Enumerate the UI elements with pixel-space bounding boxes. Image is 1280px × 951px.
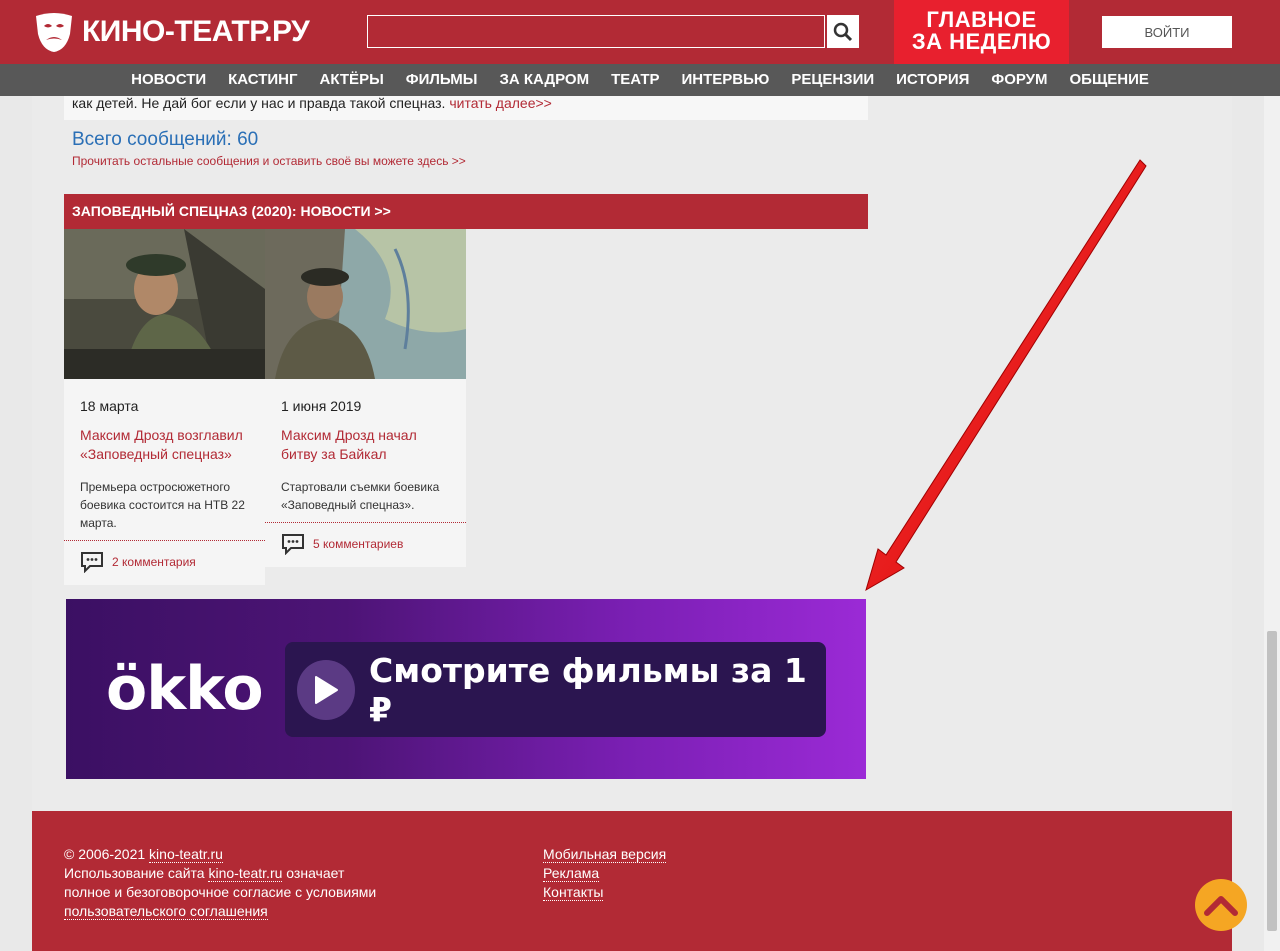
- nav-item-0[interactable]: НОВОСТИ: [120, 64, 217, 96]
- news-card[interactable]: 1 июня 2019 Максим Дрозд начал битву за …: [265, 229, 466, 567]
- news-lead: Премьера остросюжетного боевика состоитс…: [80, 480, 245, 530]
- okko-ad-banner[interactable]: ökko Смотрите фильмы за 1 ₽: [66, 599, 866, 779]
- total-messages[interactable]: Всего сообщений: 60: [72, 129, 258, 151]
- nav-item-7[interactable]: РЕЦЕНЗИИ: [780, 64, 885, 96]
- chevron-up-icon: [1204, 896, 1238, 916]
- comments-count[interactable]: 5 комментариев: [313, 537, 403, 551]
- okko-ad-text: Смотрите фильмы за 1 ₽: [369, 650, 807, 729]
- advertising-link[interactable]: Реклама: [543, 865, 600, 882]
- logo-text: КИНО-ТЕАТР.РУ: [82, 15, 310, 48]
- okko-watch-button[interactable]: Смотрите фильмы за 1 ₽: [285, 642, 826, 737]
- news-section-heading[interactable]: ЗАПОВЕДНЫЙ СПЕЦНАЗ (2020): НОВОСТИ >>: [64, 194, 868, 229]
- scrollbar-thumb[interactable]: [1267, 631, 1277, 931]
- comment-icon: [81, 552, 103, 573]
- footer-legal: © 2006-2021 kino-teatr.ru Использование …: [64, 845, 384, 921]
- theatre-mask-icon: [36, 13, 72, 52]
- message-tail: как детей. Не дай бог если у нас и правд…: [64, 96, 868, 120]
- nav-item-1[interactable]: КАСТИНГ: [217, 64, 308, 96]
- search-icon: [833, 22, 853, 41]
- news-lead: Стартовали съемки боевика «Заповедный сп…: [281, 480, 440, 512]
- message-text: как детей. Не дай бог если у нас и правд…: [72, 95, 450, 111]
- footer-links: Мобильная версия Реклама Контакты: [543, 845, 667, 902]
- site-logo[interactable]: КИНО-ТЕАТР.РУ: [32, 10, 310, 54]
- main-of-week-banner[interactable]: ГЛАВНОЕ ЗА НЕДЕЛЮ: [894, 0, 1069, 64]
- main-nav: НОВОСТИ КАСТИНГ АКТЁРЫ ФИЛЬМЫ ЗА КАДРОМ ТЕАТР…: [0, 64, 1280, 96]
- usage-text: Использование сайта: [64, 865, 209, 881]
- search-input[interactable]: [367, 15, 825, 48]
- comments-link[interactable]: 5 комментариев: [265, 523, 466, 567]
- news-photo[interactable]: [64, 229, 265, 379]
- comments-link[interactable]: 2 комментария: [64, 541, 265, 585]
- site-footer: © 2006-2021 kino-teatr.ru Использование …: [32, 811, 1232, 951]
- nav-item-8[interactable]: ИСТОРИЯ: [885, 64, 980, 96]
- nav-item-9[interactable]: ФОРУМ: [980, 64, 1058, 96]
- site-link[interactable]: kino-teatr.ru: [149, 846, 223, 863]
- news-title[interactable]: Максим Дрозд начал битву за Байкал: [281, 426, 450, 464]
- user-agreement-link[interactable]: пользовательского соглашения: [64, 903, 268, 920]
- play-icon: [297, 659, 356, 720]
- contacts-link[interactable]: Контакты: [543, 884, 604, 901]
- promo-line-2: ЗА НЕДЕЛЮ: [911, 29, 1052, 54]
- comments-count[interactable]: 2 комментария: [112, 555, 196, 569]
- usage-site-link[interactable]: kino-teatr.ru: [208, 865, 283, 882]
- read-rest-link[interactable]: Прочитать остальные сообщения и оставить…: [72, 154, 466, 168]
- promo-line-1: ГЛАВНОЕ: [926, 7, 1037, 32]
- nav-item-4[interactable]: ЗА КАДРОМ: [488, 64, 600, 96]
- nav-item-3[interactable]: ФИЛЬМЫ: [395, 64, 489, 96]
- okko-logo: ökko: [106, 654, 264, 724]
- nav-item-2[interactable]: АКТЁРЫ: [309, 64, 395, 96]
- news-date: 18 марта: [80, 398, 139, 414]
- scrollbar[interactable]: [1264, 96, 1280, 951]
- login-button[interactable]: ВОЙТИ: [1102, 16, 1232, 48]
- scroll-to-top-button[interactable]: [1195, 879, 1247, 931]
- nav-item-5[interactable]: ТЕАТР: [600, 64, 670, 96]
- copyright-text: © 2006-2021: [64, 846, 150, 862]
- read-more-link[interactable]: читать далее>>: [449, 95, 552, 111]
- nav-item-6[interactable]: ИНТЕРВЬЮ: [671, 64, 781, 96]
- news-date: 1 июня 2019: [281, 398, 362, 414]
- news-photo[interactable]: [265, 229, 466, 379]
- search-button[interactable]: [827, 15, 859, 48]
- top-header: КИНО-ТЕАТР.РУ ГЛАВНОЕ ЗА НЕДЕЛЮ ВОЙТИ: [0, 0, 1280, 64]
- news-title[interactable]: Максим Дрозд возглавил «Заповедный спецн…: [80, 426, 249, 464]
- mobile-version-link[interactable]: Мобильная версия: [543, 846, 667, 863]
- nav-item-10[interactable]: ОБЩЕНИЕ: [1059, 64, 1160, 96]
- news-card[interactable]: 18 марта Максим Дрозд возглавил «Заповед…: [64, 229, 265, 585]
- comment-icon: [282, 534, 304, 555]
- nav-list: НОВОСТИ КАСТИНГ АКТЁРЫ ФИЛЬМЫ ЗА КАДРОМ ТЕАТР…: [120, 64, 1160, 96]
